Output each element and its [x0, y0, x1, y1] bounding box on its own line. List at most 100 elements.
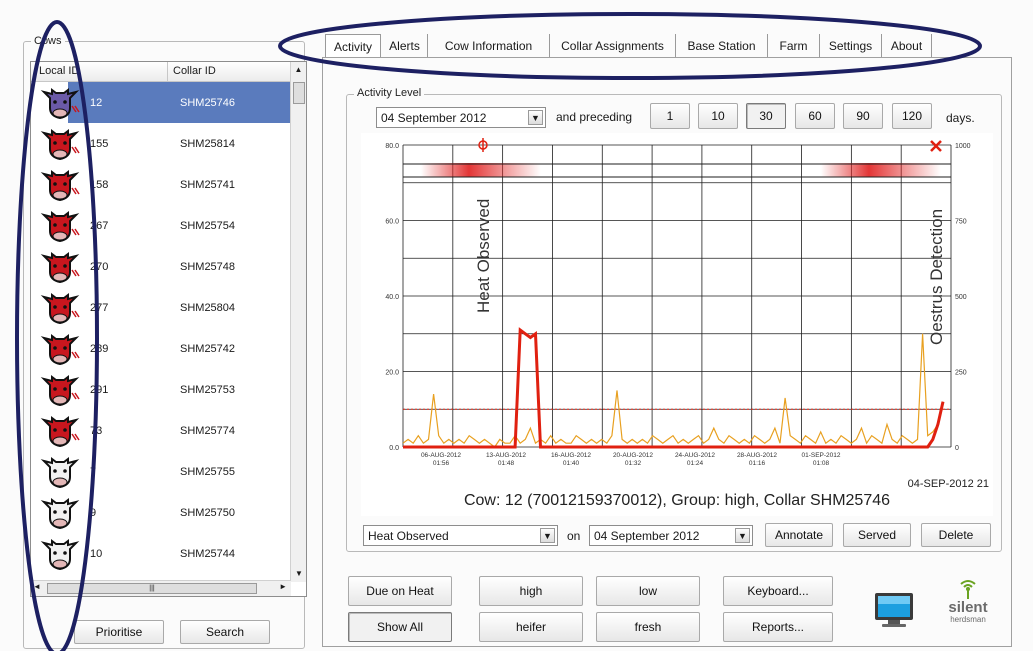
delete-button[interactable]: Delete: [921, 523, 991, 547]
cow-local-id: 12: [90, 96, 103, 109]
y-tick-left: 40.0: [385, 294, 399, 301]
tab-settings[interactable]: Settings: [820, 34, 882, 58]
y-tick-right: 750: [955, 219, 967, 226]
col-local-id[interactable]: Local ID: [39, 65, 79, 77]
cow-collar-id: SHM25746: [180, 96, 236, 109]
horizontal-scrollbar[interactable]: ◄ ||| ►: [31, 580, 291, 596]
cow-local-id: 270: [90, 260, 109, 273]
scroll-right-icon[interactable]: ►: [279, 582, 287, 591]
cow-local-id: 291: [90, 383, 109, 396]
brand-line1: silent: [948, 599, 988, 616]
chart-timestamp: 04-SEP-2012 21: [908, 478, 989, 490]
activity-chart: 0.0 20.0 40.0 60.0 80.0 0 250 500 750 1000 06-AUG-…: [361, 133, 993, 516]
cow-row[interactable]: 12 SHM25746: [32, 82, 306, 123]
cow-row[interactable]: 289 SHM25742: [32, 328, 298, 369]
on-label: on: [567, 529, 581, 543]
days-90-button[interactable]: 90: [843, 103, 883, 129]
cow-row[interactable]: 277 SHM25804: [32, 287, 298, 328]
cow-collar-id: SHM25755: [180, 465, 236, 478]
cow-row[interactable]: 155 SHM25814: [32, 123, 298, 164]
cow-collar-id: SHM25744: [180, 547, 236, 560]
reports-button[interactable]: Reports...: [723, 612, 833, 642]
cow-status-icon: [40, 538, 80, 570]
cow-local-id: 7: [90, 465, 97, 478]
x-tick-label: 01:48: [498, 460, 515, 467]
cow-local-id: 158: [90, 178, 109, 191]
cow-row[interactable]: 270 SHM25748: [32, 246, 298, 287]
days-label: days.: [946, 111, 975, 125]
low-button[interactable]: low: [596, 576, 700, 606]
annotate-button[interactable]: Annotate: [765, 523, 833, 547]
cow-status-icon: [40, 210, 80, 242]
vertical-scrollbar[interactable]: ▲ ▼: [290, 62, 306, 582]
cow-local-id: 155: [90, 137, 109, 150]
scroll-up-icon[interactable]: ▲: [291, 62, 306, 78]
cow-collar-id: SHM25814: [180, 137, 236, 150]
days-1-button[interactable]: 1: [650, 103, 690, 129]
event-date-select[interactable]: 04 September 2012 ▼: [589, 525, 753, 546]
days-60-button[interactable]: 60: [795, 103, 835, 129]
chevron-down-icon[interactable]: ▼: [528, 110, 543, 125]
fresh-button[interactable]: fresh: [596, 612, 700, 642]
chevron-down-icon[interactable]: ▼: [540, 528, 555, 543]
cows-group-label: Cows: [31, 35, 65, 47]
served-button[interactable]: Served: [843, 523, 911, 547]
show-all-button[interactable]: Show All: [348, 612, 452, 642]
search-button[interactable]: Search: [180, 620, 270, 644]
keyboard-button[interactable]: Keyboard...: [723, 576, 833, 606]
cow-row[interactable]: 158 SHM25741: [32, 164, 298, 205]
brand-line2: herdsman: [950, 615, 986, 624]
heat-band-left: [421, 163, 541, 177]
monitor-icon[interactable]: [872, 590, 916, 630]
cow-status-icon: [40, 87, 80, 119]
y-tick-right: 0: [955, 445, 959, 452]
event-date-value: 04 September 2012: [594, 529, 700, 543]
y-tick-right: 500: [955, 294, 967, 301]
prioritise-button[interactable]: Prioritise: [74, 620, 164, 644]
days-120-button[interactable]: 120: [892, 103, 932, 129]
tab-farm[interactable]: Farm: [768, 34, 820, 58]
chevron-down-icon[interactable]: ▼: [735, 528, 750, 543]
tab-about[interactable]: About: [882, 34, 932, 58]
cow-row[interactable]: 291 SHM25753: [32, 369, 298, 410]
cow-status-icon: [40, 497, 80, 529]
y-tick-right: 1000: [955, 143, 971, 150]
tab-bar: Activity Alerts Cow Information Collar A…: [322, 34, 934, 58]
date-select-value: 04 September 2012: [381, 111, 487, 125]
x-tick-label: 01:56: [433, 460, 450, 467]
days-10-button[interactable]: 10: [698, 103, 738, 129]
due-on-heat-button[interactable]: Due on Heat: [348, 576, 452, 606]
cow-local-id: 73: [90, 424, 103, 437]
event-select[interactable]: Heat Observed ▼: [363, 525, 558, 546]
tab-alerts[interactable]: Alerts: [382, 34, 428, 58]
x-tick-label: 20-AUG-2012: [613, 452, 653, 459]
cow-row[interactable]: 73 SHM25774: [32, 410, 298, 451]
scroll-left-icon[interactable]: ◄: [33, 582, 41, 591]
cow-status-icon: [40, 333, 80, 365]
tab-collar-assignments[interactable]: Collar Assignments: [550, 34, 676, 58]
col-collar-id[interactable]: Collar ID: [173, 65, 216, 77]
scroll-down-icon[interactable]: ▼: [291, 566, 306, 582]
cow-status-icon: [40, 292, 80, 324]
date-select[interactable]: 04 September 2012 ▼: [376, 107, 546, 128]
heifer-button[interactable]: heifer: [479, 612, 583, 642]
days-30-button[interactable]: 30: [746, 103, 786, 129]
high-button[interactable]: high: [479, 576, 583, 606]
cow-row[interactable]: 9 SHM25750: [32, 492, 298, 533]
y-tick-left: 80.0: [385, 143, 399, 150]
x-tick-label: 01:08: [813, 460, 830, 467]
x-tick-label: 01:32: [625, 460, 642, 467]
x-tick-label: 28-AUG-2012: [737, 452, 777, 459]
tab-activity[interactable]: Activity: [325, 34, 381, 58]
tab-base-station[interactable]: Base Station: [676, 34, 768, 58]
tab-cow-information[interactable]: Cow Information: [428, 34, 550, 58]
cow-row[interactable]: 267 SHM25754: [32, 205, 298, 246]
cow-row[interactable]: 10 SHM25744: [32, 533, 298, 574]
y-tick-left: 20.0: [385, 370, 399, 377]
cow-status-icon: [40, 169, 80, 201]
scrollbar-thumb[interactable]: [293, 82, 305, 104]
cow-list[interactable]: Local ID Collar ID 12 SHM25746 155 SHM25814…: [30, 61, 307, 597]
activity-level-label: Activity Level: [354, 87, 425, 99]
cow-row[interactable]: 7 SHM25755: [32, 451, 298, 492]
hscroll-thumb[interactable]: |||: [47, 583, 257, 594]
